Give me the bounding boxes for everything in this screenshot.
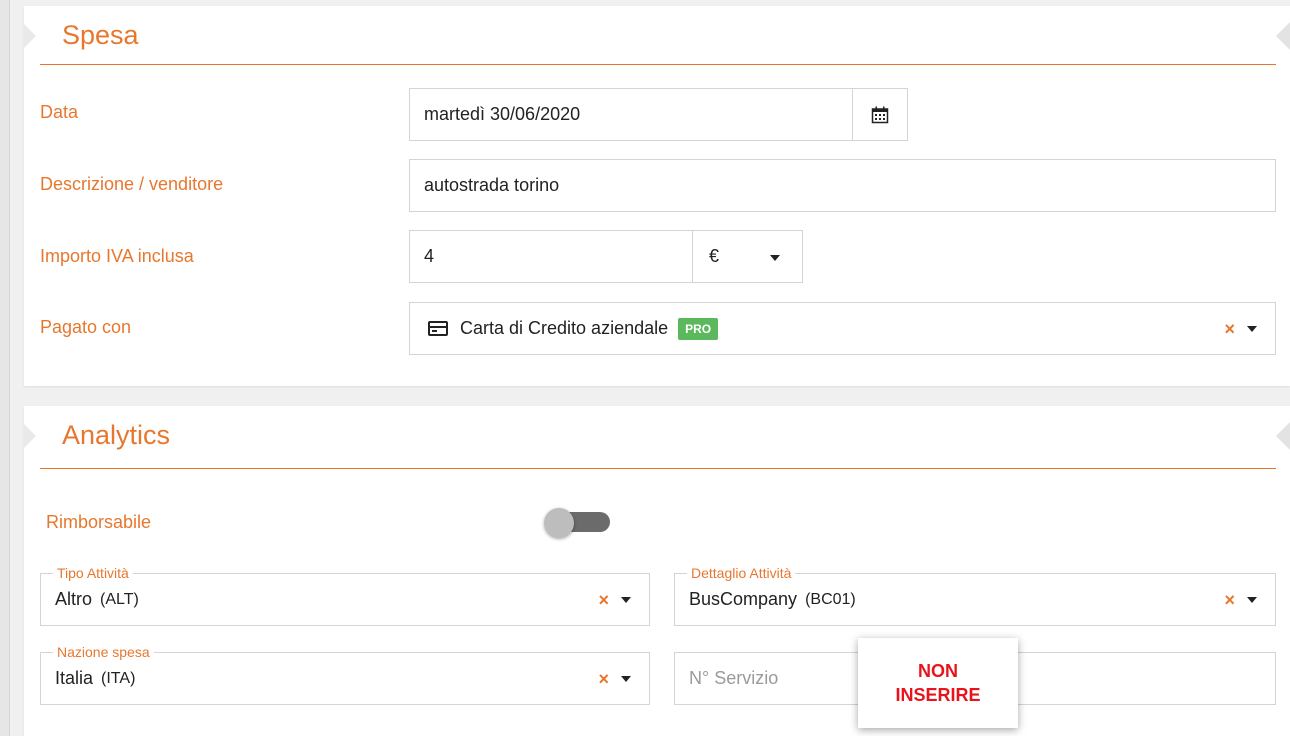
non-inserire-note: NON INSERIRE [858, 638, 1018, 728]
chevron-down-icon[interactable] [1247, 596, 1257, 603]
nazione-spesa-value: Italia [55, 668, 94, 688]
analytics-title: Analytics [62, 420, 171, 450]
currency-value: € [709, 246, 720, 266]
dettaglio-attivita-legend: Dettaglio Attività [687, 565, 796, 581]
card-notch-right [1276, 22, 1290, 50]
select-tools: × [1224, 591, 1261, 609]
tipo-attivita-select[interactable]: Tipo Attività Altro (ALT) × [40, 565, 650, 626]
tipo-attivita-legend: Tipo Attività [53, 565, 133, 581]
card-notch-left [24, 424, 36, 448]
select-tools: × [598, 670, 635, 688]
tipo-attivita-value: Altro [55, 589, 93, 609]
servizio-placeholder: N° Servizio [689, 668, 779, 688]
card-notch-left [24, 24, 36, 48]
chevron-down-icon[interactable] [621, 675, 631, 682]
left-rail [0, 0, 10, 736]
nazione-spesa-legend: Nazione spesa [53, 644, 154, 660]
descrizione-input[interactable]: autostrada torino [409, 159, 1276, 212]
clear-icon[interactable]: × [598, 591, 609, 609]
rimborsabile-label: Rimborsabile [46, 512, 152, 532]
note-line-2: INSERIRE [895, 685, 981, 705]
chevron-down-icon [770, 255, 780, 261]
spesa-divider [40, 64, 1276, 65]
importo-value[interactable]: 4 [410, 246, 692, 267]
rimborsabile-toggle[interactable] [544, 508, 610, 538]
nazione-spesa-select[interactable]: Nazione spesa Italia (ITA) × [40, 644, 650, 705]
importo-label: Importo IVA inclusa [40, 246, 194, 266]
analytics-card: Analytics Rimborsabile Tipo Attività Alt… [24, 406, 1290, 736]
descrizione-value[interactable]: autostrada torino [410, 175, 1275, 196]
tipo-attivita-code: (ALT) [100, 590, 139, 608]
dettaglio-attivita-value: BusCompany [689, 589, 798, 609]
clear-icon[interactable]: × [1224, 591, 1235, 609]
credit-card-icon [428, 321, 448, 336]
date-field[interactable]: martedì 30/06/2020 [409, 88, 908, 141]
spesa-card: Spesa Data martedì 30/06/2020 Descrizion… [24, 6, 1290, 386]
select-tools: × [1224, 320, 1275, 338]
note-line-1: NON [918, 660, 958, 681]
toggle-knob[interactable] [544, 508, 574, 538]
pagato-label: Pagato con [40, 317, 132, 337]
data-label: Data [40, 102, 79, 122]
chevron-down-icon[interactable] [621, 596, 631, 603]
card-notch-right [1276, 422, 1290, 450]
descrizione-label: Descrizione / venditore [40, 174, 224, 194]
chevron-down-icon[interactable] [1247, 325, 1257, 332]
currency-select[interactable]: € [692, 231, 802, 282]
pro-badge: PRO [678, 317, 719, 340]
pagato-value: Carta di Credito aziendale [460, 318, 669, 338]
nazione-spesa-code: (ITA) [101, 669, 136, 687]
calendar-icon [871, 106, 889, 123]
clear-icon[interactable]: × [1224, 320, 1235, 338]
analytics-divider [40, 468, 1276, 469]
clear-icon[interactable]: × [598, 670, 609, 688]
spesa-title: Spesa [62, 20, 139, 50]
dettaglio-attivita-code: (BC01) [805, 590, 856, 608]
calendar-button[interactable] [852, 89, 907, 140]
dettaglio-attivita-select[interactable]: Dettaglio Attività BusCompany (BC01) × [674, 565, 1276, 626]
date-value[interactable]: martedì 30/06/2020 [410, 104, 852, 125]
pagato-select[interactable]: Carta di Credito aziendale PRO × [409, 302, 1276, 355]
importo-input[interactable]: 4 € [409, 230, 803, 283]
select-tools: × [598, 591, 635, 609]
